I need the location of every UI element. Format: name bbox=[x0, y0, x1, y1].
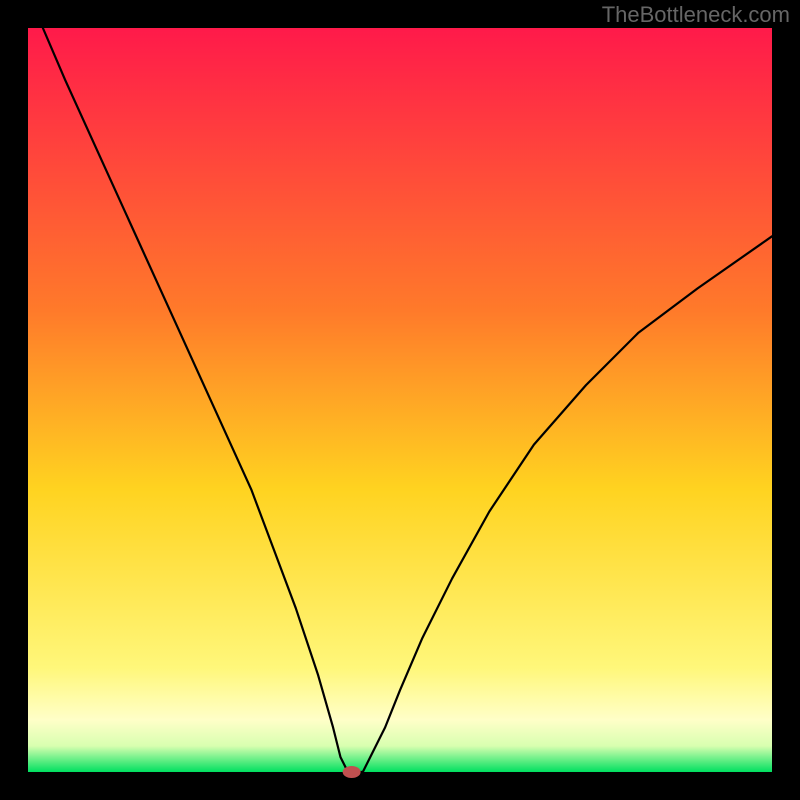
bottleneck-chart bbox=[0, 0, 800, 800]
optimal-point-marker bbox=[343, 766, 361, 778]
watermark-text: TheBottleneck.com bbox=[602, 2, 790, 28]
plot-background bbox=[28, 28, 772, 772]
chart-container: TheBottleneck.com bbox=[0, 0, 800, 800]
